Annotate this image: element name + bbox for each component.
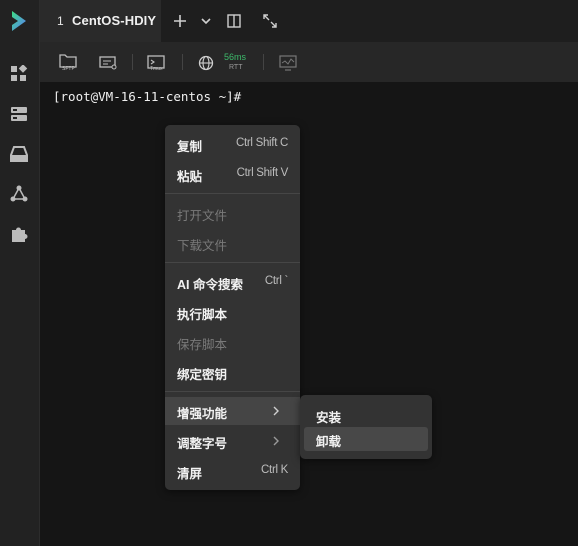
toolbar: SFTP Tmux 56ms RTT [40,42,578,82]
menu-item-label: 保存脚本 [177,338,228,352]
submenu-item-label: 卸载 [316,435,342,449]
menu-item-copy[interactable]: 复制 Ctrl Shift C [165,130,300,158]
menu-item-font-size[interactable]: 调整字号 [165,427,300,455]
menu-item-open-file: 打开文件 [165,199,300,227]
plugin-icon[interactable] [8,223,30,245]
submenu-item-uninstall[interactable]: 卸载 [304,427,428,451]
terminal-area[interactable]: [root@VM-16-11-centos ~]# [40,82,578,546]
menu-item-shortcut: Ctrl ` [264,275,288,287]
menu-separator [165,391,300,392]
chevron-right-icon [272,404,280,422]
transfer-icon[interactable] [98,50,118,76]
sftp-label: SFTP [62,66,75,72]
menu-item-paste[interactable]: 粘贴 Ctrl Shift V [165,160,300,188]
menu-item-download-file: 下载文件 [165,229,300,257]
menu-item-clear-screen[interactable]: 清屏 Ctrl K [165,457,300,485]
tmux-label: Tmux [150,66,163,72]
fullscreen-icon[interactable] [260,11,280,31]
menu-item-label: 绑定密钥 [177,368,228,382]
menu-item-enhanced-features[interactable]: 增强功能 [165,397,300,425]
submenu-enhanced-features: 安装 卸载 [300,395,432,459]
menu-item-bind-key[interactable]: 绑定密钥 [165,358,300,386]
menu-item-label: 执行脚本 [177,308,228,322]
menu-item-label: 复制 [177,140,203,154]
submenu-item-label: 安装 [316,411,342,425]
sftp-button[interactable] [58,50,78,76]
menu-item-label: 增强功能 [177,407,228,421]
app-logo-icon[interactable] [8,10,30,32]
network-icon[interactable] [8,183,30,205]
server-icon[interactable] [8,103,30,125]
menu-separator [165,262,300,263]
tmux-button[interactable] [146,50,166,76]
menu-item-run-script[interactable]: 执行脚本 [165,298,300,326]
toolbar-divider [132,54,133,70]
menu-item-label: 粘贴 [177,170,203,184]
toolbar-divider [182,54,183,70]
drive-icon[interactable] [8,143,30,165]
context-menu: 复制 Ctrl Shift C 粘贴 Ctrl Shift V 打开文件 下载文… [165,125,300,490]
split-view-icon[interactable] [224,11,244,31]
menu-item-ai-search[interactable]: AI 命令搜索 Ctrl ` [165,268,300,296]
menu-separator [165,193,300,194]
rtt-value: 56ms [224,52,247,62]
tab-bar: 1 CentOS-HDIY [40,0,578,42]
submenu-item-install[interactable]: 安装 [304,403,428,427]
menu-item-shortcut: Ctrl Shift C [236,137,288,149]
menu-item-save-script: 保存脚本 [165,328,300,356]
globe-icon[interactable] [196,50,216,76]
left-sidebar [0,0,40,546]
menu-item-label: AI 命令搜索 [177,278,243,292]
monitor-icon[interactable] [278,50,298,76]
menu-item-label: 清屏 [177,467,203,481]
menu-item-shortcut: Ctrl K [261,464,288,476]
menu-item-label: 下载文件 [177,239,228,253]
shell-prompt: [root@VM-16-11-centos ~]# [53,89,242,104]
toolbar-divider [263,54,264,70]
tab-centos[interactable]: 1 CentOS-HDIY [40,0,161,42]
menu-item-label: 打开文件 [177,209,228,223]
tab-title: CentOS-HDIY [72,13,157,28]
menu-item-label: 调整字号 [177,437,228,451]
chevron-down-icon[interactable] [196,11,216,31]
menu-item-shortcut: Ctrl Shift V [236,167,289,179]
tab-number: 1 [57,14,64,28]
rtt-label: RTT [229,64,243,71]
chevron-right-icon [272,434,280,452]
dashboard-icon[interactable] [8,63,30,85]
plus-icon[interactable] [170,11,190,31]
